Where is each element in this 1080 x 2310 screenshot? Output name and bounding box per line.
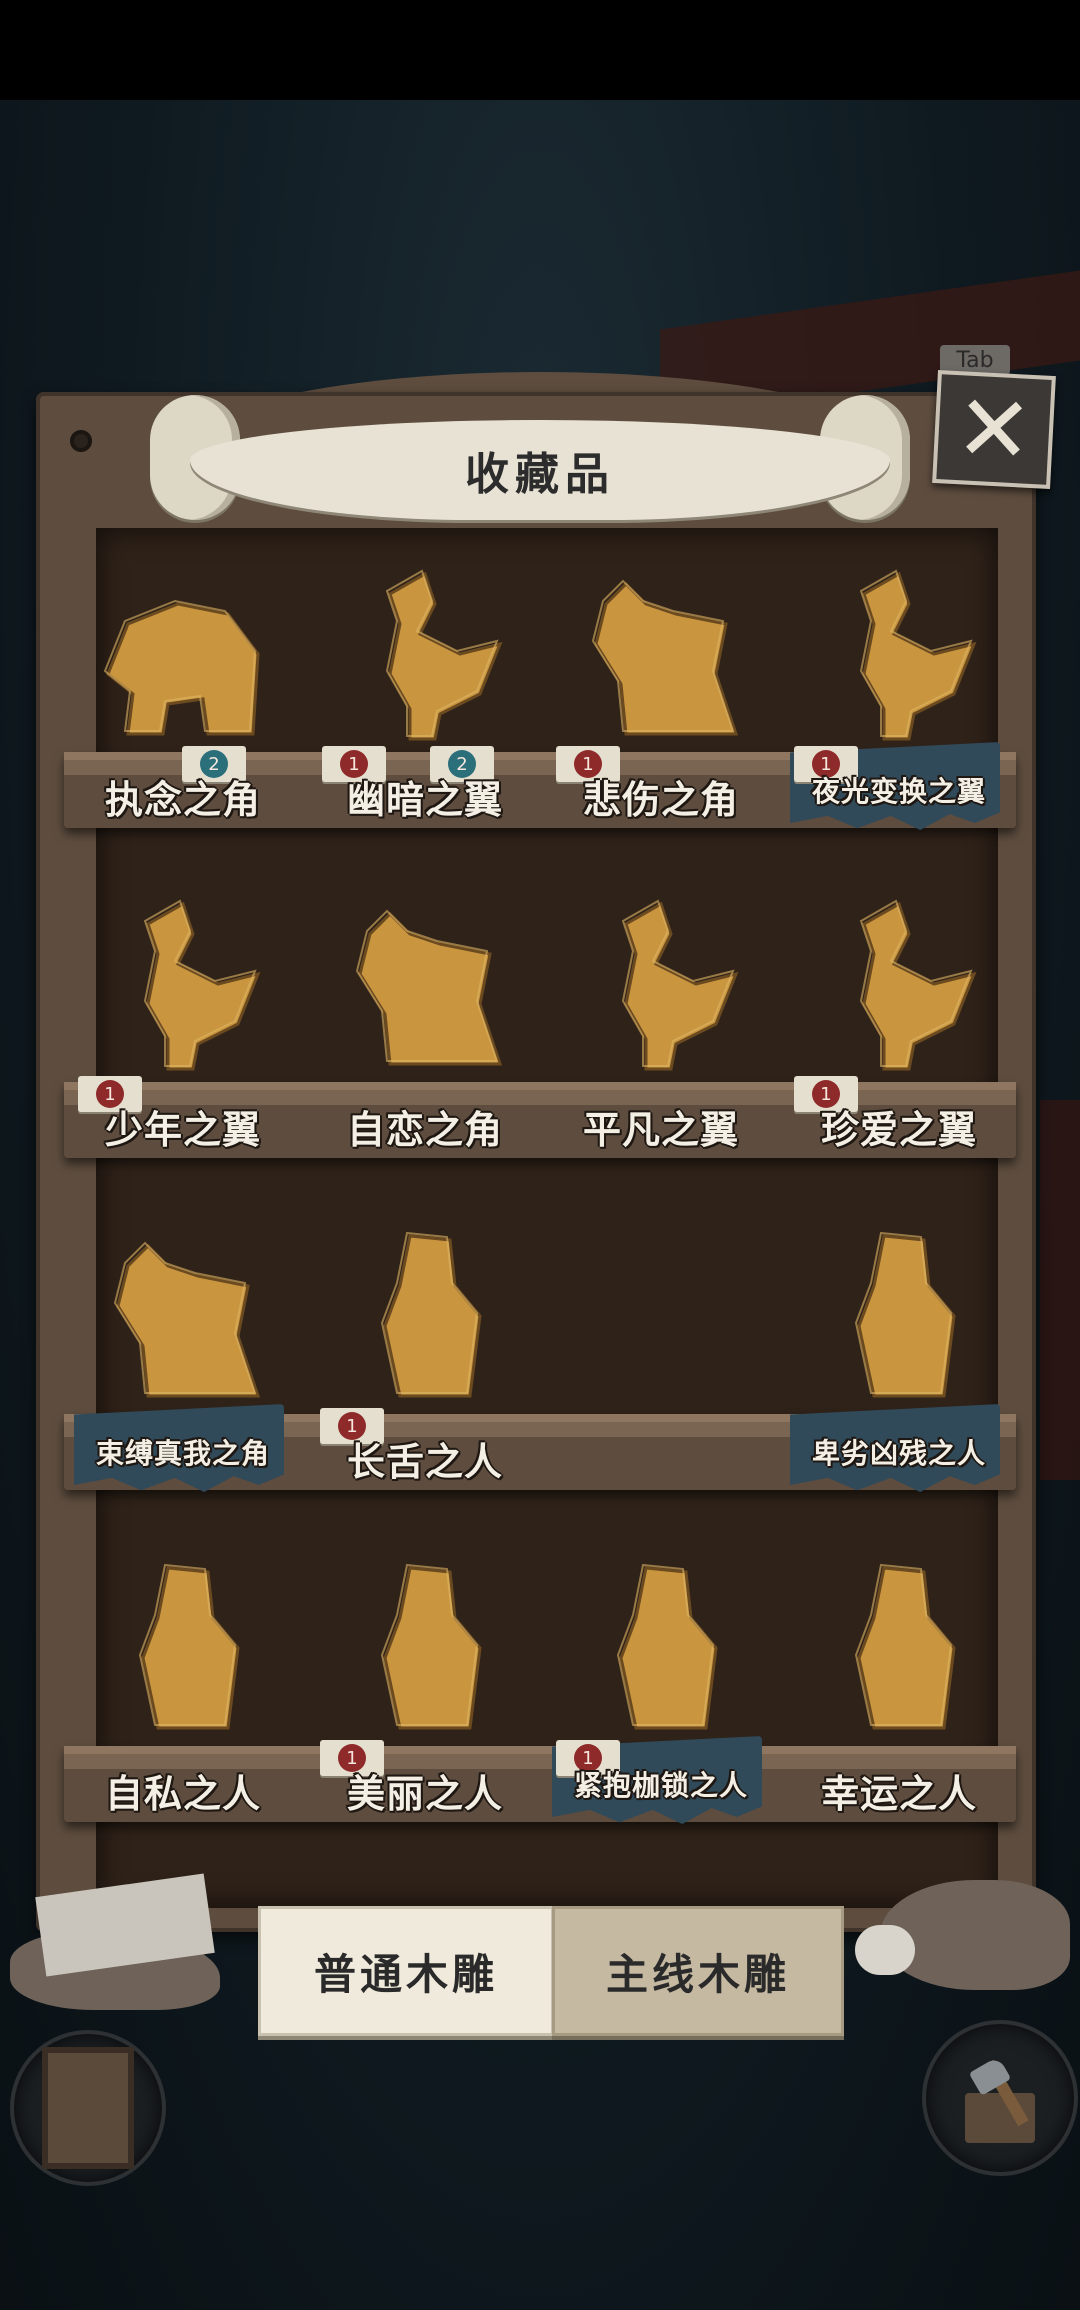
door-icon bbox=[42, 2047, 134, 2169]
wood-carving-figure bbox=[380, 1231, 482, 1398]
collection-item[interactable]: 束缚真我之角 bbox=[70, 1222, 296, 1492]
item-name: 执念之角 bbox=[104, 777, 261, 822]
close-icon: ✕ bbox=[952, 373, 1036, 485]
wood-carving-figure bbox=[138, 1563, 240, 1730]
axe-stump-icon bbox=[955, 2053, 1045, 2143]
wood-carving-figure bbox=[854, 1231, 956, 1398]
collection-item[interactable]: 自私之人 bbox=[70, 1554, 296, 1824]
collection-item[interactable]: 1 悲伤之角 bbox=[548, 560, 774, 830]
item-name: 少年之翼 bbox=[104, 1107, 261, 1152]
page-title: 收藏品 bbox=[465, 449, 615, 500]
item-name: 幸运之人 bbox=[820, 1771, 977, 1816]
collection-item[interactable]: 1 美丽之人 bbox=[312, 1554, 538, 1824]
wood-carving-figure bbox=[380, 1563, 482, 1730]
wood-carving-figure bbox=[385, 569, 503, 741]
item-name: 悲伤之角 bbox=[582, 777, 739, 822]
wood-carving-figure bbox=[103, 599, 260, 736]
status-bar bbox=[0, 0, 1080, 100]
collection-item[interactable]: 1 珍爱之翼 bbox=[786, 890, 1012, 1160]
item-name: 卑劣凶残之人 bbox=[811, 1437, 986, 1470]
item-name: 束缚真我之角 bbox=[95, 1437, 270, 1470]
item-name: 美丽之人 bbox=[346, 1771, 503, 1816]
collection-item[interactable]: 1 长舌之人 bbox=[312, 1222, 538, 1492]
collection-item[interactable]: 1 2 幽暗之翼 bbox=[312, 560, 538, 830]
collection-item[interactable]: 幸运之人 bbox=[786, 1554, 1012, 1824]
tab-main-carvings[interactable]: 主线木雕 bbox=[552, 1906, 844, 2036]
collection-item[interactable]: 1 紧抱枷锁之人 bbox=[548, 1554, 774, 1824]
nail-icon bbox=[70, 430, 92, 452]
collection-item[interactable]: 卑劣凶残之人 bbox=[786, 1222, 1012, 1492]
wood-carving-figure bbox=[355, 909, 503, 1066]
tab-normal-carvings[interactable]: 普通木雕 bbox=[258, 1906, 554, 2036]
item-name: 紧抱枷锁之人 bbox=[573, 1769, 748, 1802]
wood-carving-figure bbox=[859, 569, 977, 741]
background-wall bbox=[1040, 1100, 1080, 1480]
wood-carving-figure bbox=[859, 899, 977, 1071]
wood-carving-figure bbox=[616, 1563, 718, 1730]
item-name: 长舌之人 bbox=[346, 1439, 503, 1484]
paper-roll bbox=[855, 1925, 915, 1975]
wood-carving-figure bbox=[854, 1563, 956, 1730]
empty-slot bbox=[548, 1222, 774, 1492]
collection-item[interactable]: 1 少年之翼 bbox=[70, 890, 296, 1160]
item-name: 珍爱之翼 bbox=[820, 1107, 977, 1152]
collection-item[interactable]: 自恋之角 bbox=[312, 890, 538, 1160]
collection-item[interactable]: 平凡之翼 bbox=[548, 890, 774, 1160]
item-name: 夜光变换之翼 bbox=[811, 775, 986, 808]
item-name: 平凡之翼 bbox=[582, 1107, 739, 1152]
wood-carving-figure bbox=[621, 899, 739, 1071]
item-name: 幽暗之翼 bbox=[346, 777, 503, 822]
collection-item[interactable]: 2 执念之角 bbox=[70, 560, 296, 830]
wood-carving-figure bbox=[591, 579, 739, 736]
item-name: 自私之人 bbox=[104, 1771, 261, 1816]
close-button[interactable]: ✕ bbox=[932, 369, 1056, 490]
wood-carving-figure bbox=[143, 899, 261, 1071]
wood-carving-figure bbox=[113, 1241, 261, 1398]
collection-item[interactable]: 1 夜光变换之翼 bbox=[786, 560, 1012, 830]
carving-workshop-button[interactable] bbox=[922, 2020, 1078, 2176]
item-name: 自恋之角 bbox=[346, 1107, 503, 1152]
exit-door-button[interactable] bbox=[10, 2030, 166, 2186]
